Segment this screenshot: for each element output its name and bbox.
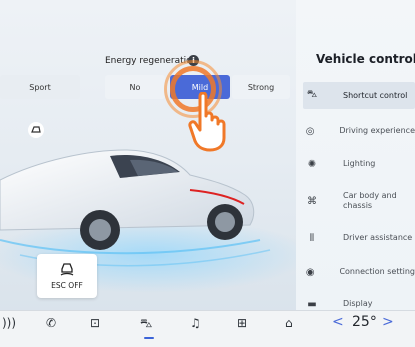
menu-item-shortcut-control[interactable]: ⛍ Shortcut control: [303, 82, 415, 109]
menu-item-driving-experience[interactable]: ◎ Driving experience: [303, 123, 415, 139]
light-icon: ✺: [307, 158, 317, 170]
home-icon[interactable]: ⌂: [285, 316, 293, 330]
camera-360-icon[interactable]: ⊡: [90, 316, 100, 330]
mode-no-button[interactable]: No: [105, 75, 165, 99]
esc-off-label: ESC OFF: [51, 281, 83, 290]
connection-icon: ◉: [305, 266, 315, 278]
esc-off-icon: [60, 263, 74, 276]
mode-strong-button[interactable]: Strong: [232, 75, 290, 99]
vehicle-control-title: Vehicle control: [316, 52, 415, 66]
menu-item-car-body-chassis[interactable]: ⌘ Car body and chassis: [303, 190, 415, 212]
mode-sport-button[interactable]: Sport: [0, 75, 80, 99]
phone-icon[interactable]: ✆: [46, 316, 56, 330]
vehicle-screen: ✱ ((·)) 2010: [0, 0, 415, 347]
audio-icon[interactable]: ))): [2, 316, 16, 330]
steering-wheel-icon: ◎: [305, 125, 315, 137]
active-nav-indicator: [144, 337, 154, 339]
car-door-icon[interactable]: [28, 122, 44, 138]
esc-off-button[interactable]: ESC OFF: [37, 254, 97, 298]
lane-assist-icon: ⦀: [309, 232, 315, 244]
temperature-value: 25°: [352, 314, 377, 330]
menu-item-display[interactable]: ▬ Display: [303, 298, 415, 310]
vehicle-icon[interactable]: ⛍: [140, 316, 152, 332]
tap-hand-icon: [188, 92, 226, 152]
display-icon: ▬: [307, 298, 317, 310]
chassis-icon: ⌘: [307, 195, 317, 207]
car-icon: ⛍: [306, 89, 318, 100]
apps-grid-icon[interactable]: ⊞: [237, 316, 247, 330]
menu-item-connection-setting[interactable]: ◉ Connection setting: [303, 264, 415, 280]
temp-increase-button[interactable]: >: [382, 314, 394, 330]
menu-item-driver-assistance[interactable]: ⦀ Driver assistance: [303, 230, 415, 246]
temp-decrease-button[interactable]: <: [332, 314, 344, 330]
menu-item-lighting[interactable]: ✺ Lighting: [303, 156, 415, 172]
music-icon[interactable]: ♫: [190, 316, 201, 330]
